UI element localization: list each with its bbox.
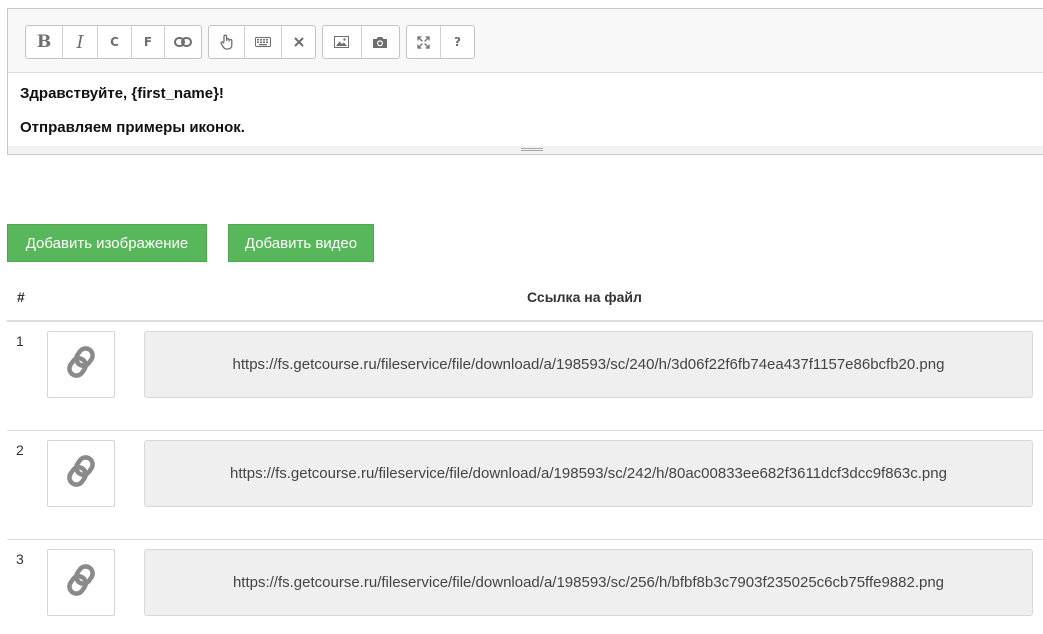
keyboard-button[interactable] xyxy=(245,26,282,58)
hand-pointer-icon xyxy=(219,34,234,50)
toolbar-group-view: ? xyxy=(406,25,475,59)
rich-text-editor: B I C F ? Здравствуйте, {first_name}! От… xyxy=(7,8,1043,155)
insert-photo-button[interactable] xyxy=(362,26,400,58)
table-header-divider xyxy=(7,320,1043,322)
row-number: 2 xyxy=(16,442,24,458)
editor-text-line-1: Здравствуйте, {first_name}! xyxy=(20,85,224,102)
row-number: 1 xyxy=(16,333,24,349)
help-button[interactable]: ? xyxy=(441,26,474,58)
file-url-field[interactable]: https://fs.getcourse.ru/fileservice/file… xyxy=(144,331,1033,398)
editor-content[interactable]: Здравствуйте, {first_name}! Отправляем п… xyxy=(8,72,1043,146)
row-divider xyxy=(7,430,1043,431)
add-video-button[interactable]: Добавить видео xyxy=(228,224,374,262)
link-icon xyxy=(65,344,97,385)
bold-button[interactable]: B xyxy=(26,26,63,58)
file-thumbnail[interactable] xyxy=(47,549,115,616)
close-icon xyxy=(294,37,304,47)
editor-resize-handle[interactable] xyxy=(8,146,1043,154)
file-url-field[interactable]: https://fs.getcourse.ru/fileservice/file… xyxy=(144,549,1033,616)
pointer-button[interactable] xyxy=(209,26,245,58)
editor-toolbar: B I C F ? xyxy=(8,9,1043,73)
link-icon xyxy=(174,36,192,48)
file-thumbnail[interactable] xyxy=(47,331,115,398)
remove-format-button[interactable] xyxy=(282,26,315,58)
grip-icon xyxy=(521,147,543,153)
row-number: 3 xyxy=(16,551,24,567)
italic-button[interactable]: I xyxy=(63,26,98,58)
fullscreen-button[interactable] xyxy=(407,26,441,58)
f-button[interactable]: F xyxy=(132,26,165,58)
column-header-file-link: Ссылка на файл xyxy=(527,289,642,305)
file-thumbnail[interactable] xyxy=(47,440,115,507)
file-url-field[interactable]: https://fs.getcourse.ru/fileservice/file… xyxy=(144,440,1033,507)
link-icon xyxy=(65,453,97,494)
c-button[interactable]: C xyxy=(98,26,132,58)
expand-icon xyxy=(417,35,430,49)
toolbar-group-formatting: B I C F xyxy=(25,25,202,59)
toolbar-group-insert xyxy=(208,25,316,59)
image-icon xyxy=(334,36,350,48)
add-image-button[interactable]: Добавить изображение xyxy=(7,224,207,262)
insert-link-button[interactable] xyxy=(165,26,201,58)
row-divider xyxy=(7,539,1043,540)
insert-image-button[interactable] xyxy=(323,26,362,58)
column-header-number: # xyxy=(17,289,25,305)
keyboard-icon xyxy=(255,37,271,47)
editor-text-line-2: Отправляем примеры иконок. xyxy=(20,119,245,136)
toolbar-group-media xyxy=(322,25,400,59)
camera-icon xyxy=(372,36,388,49)
link-icon xyxy=(65,562,97,603)
